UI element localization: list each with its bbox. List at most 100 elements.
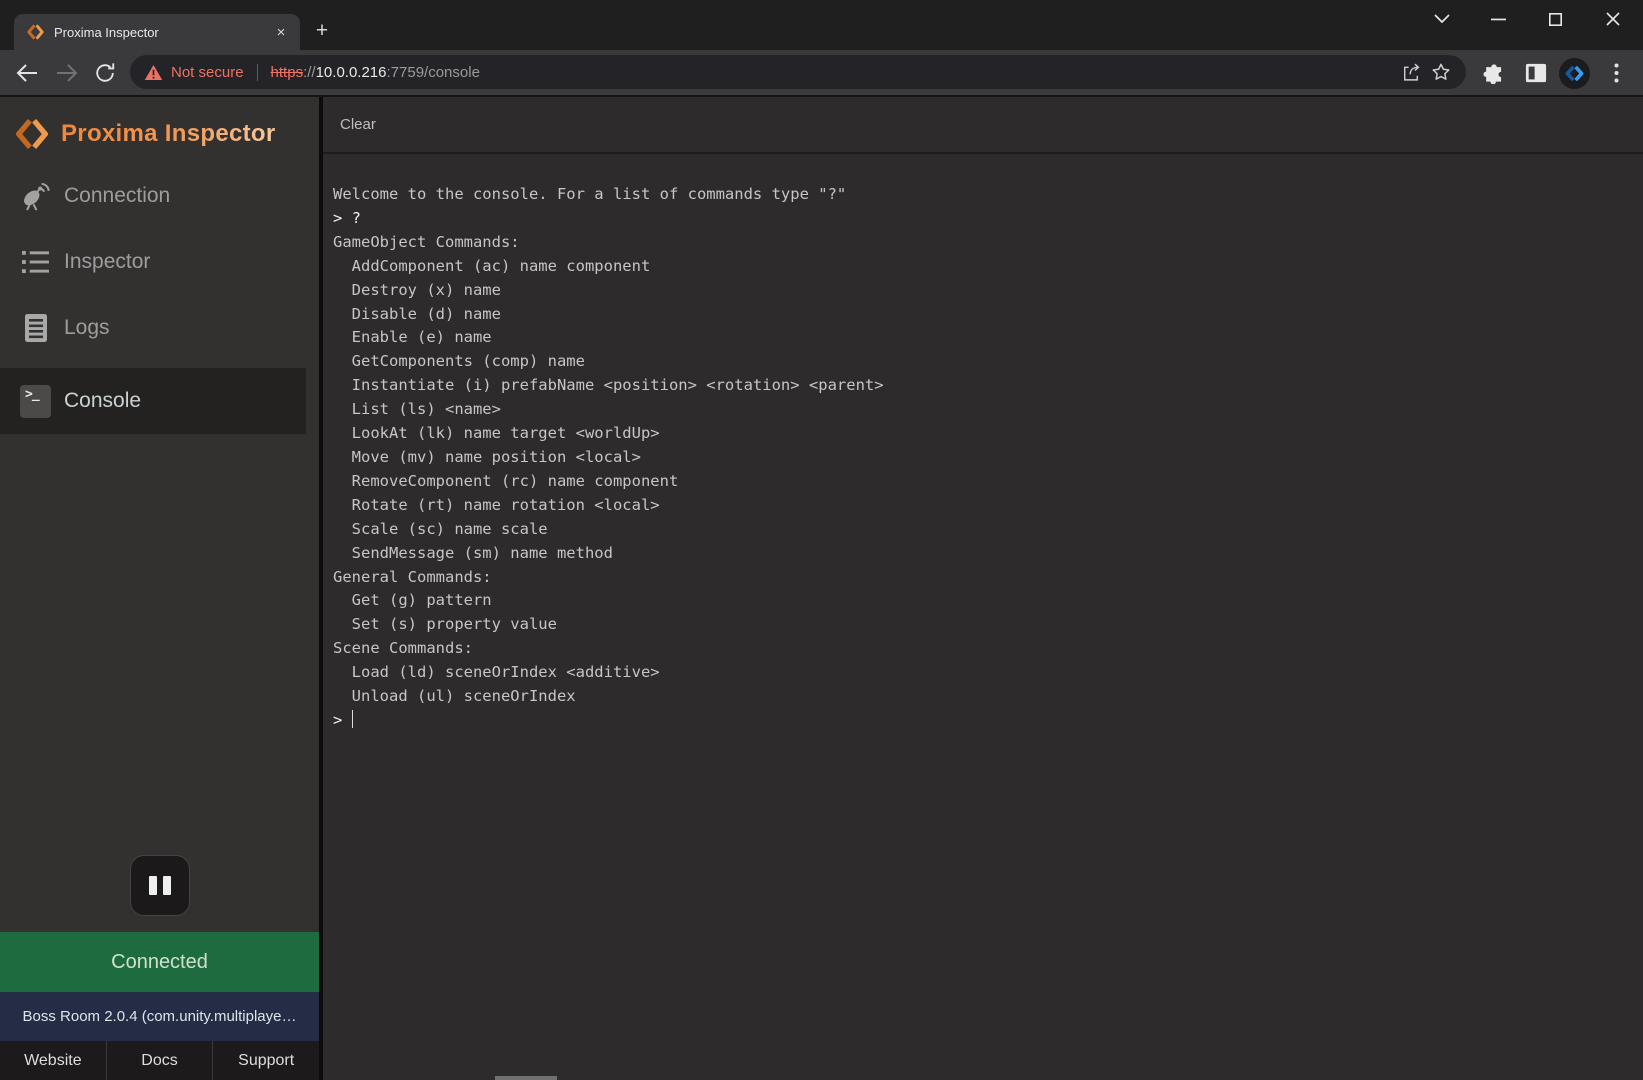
footer-link-support[interactable]: Support	[212, 1041, 319, 1080]
tab-title: Proxima Inspector	[54, 25, 272, 40]
pause-icon	[149, 876, 157, 895]
star-icon	[1430, 61, 1452, 83]
forward-arrow-icon	[56, 63, 78, 83]
sidebar-item-label: Logs	[64, 316, 110, 340]
sidebar-item-inspector[interactable]: Inspector	[0, 229, 306, 295]
console-line: Scale (sc) name scale	[333, 518, 1643, 542]
sidebar-item-label: Connection	[64, 184, 170, 208]
console-line: Move (mv) name position <local>	[333, 446, 1643, 470]
console-header: Clear	[323, 97, 1643, 154]
console-line: List (ls) <name>	[333, 398, 1643, 422]
browser-tab[interactable]: Proxima Inspector ×	[14, 14, 300, 50]
console-line: Disable (d) name	[333, 303, 1643, 327]
puzzle-icon	[1483, 62, 1505, 84]
url-host: 10.0.0.216	[316, 64, 387, 81]
connection-status-banner: Connected	[0, 932, 319, 992]
console-line: RemoveComponent (rc) name component	[333, 470, 1643, 494]
tab-search-button[interactable]	[1419, 0, 1465, 38]
clear-button[interactable]: Clear	[340, 116, 376, 133]
sidebar-footer: Website Docs Support	[0, 1041, 319, 1080]
address-bar[interactable]: Not secure https://10.0.0.216:7759/conso…	[130, 55, 1466, 89]
console-line: > ?	[333, 207, 1643, 231]
close-icon	[1606, 12, 1620, 26]
sidebar-item-connection[interactable]: Connection	[0, 163, 306, 229]
footer-link-website[interactable]: Website	[0, 1041, 106, 1080]
extension-badge	[1559, 58, 1590, 89]
window-maximize-button[interactable]	[1532, 0, 1578, 38]
console-line: Load (ld) sceneOrIndex <additive>	[333, 661, 1643, 685]
browser-titlebar: Proxima Inspector × +	[0, 0, 1643, 50]
sidebar-item-label: Console	[64, 389, 141, 413]
not-secure-label[interactable]: Not secure	[171, 64, 244, 81]
sidebar-item-label: Inspector	[64, 250, 150, 274]
console-panel: Clear Welcome to the console. For a list…	[323, 97, 1643, 1080]
back-arrow-icon	[16, 63, 38, 83]
tab-close-icon[interactable]: ×	[272, 23, 290, 41]
back-button[interactable]	[12, 58, 42, 88]
brand-title: Proxima Inspector	[61, 120, 276, 148]
three-dots-icon	[1614, 63, 1619, 83]
minimize-icon	[1491, 18, 1506, 21]
console-line: Rotate (rt) name rotation <local>	[333, 494, 1643, 518]
side-panel-icon	[1524, 62, 1548, 84]
list-icon	[20, 249, 51, 275]
proxima-favicon-icon	[27, 23, 44, 41]
console-line: Unload (ul) sceneOrIndex	[333, 685, 1643, 709]
sidebar: Proxima Inspector Connection	[0, 97, 323, 1080]
console-line: Welcome to the console. For a list of co…	[333, 183, 1643, 207]
blue-diamond-icon	[1565, 64, 1584, 83]
console-line: GetComponents (comp) name	[333, 350, 1643, 374]
new-tab-button[interactable]: +	[309, 18, 335, 44]
footer-link-docs[interactable]: Docs	[106, 1041, 213, 1080]
url-path: :7759/console	[387, 64, 480, 81]
console-line: Enable (e) name	[333, 326, 1643, 350]
sidebar-nav: Connection Inspector	[0, 163, 319, 434]
proxima-page: Proxima Inspector Connection	[0, 95, 1643, 1080]
console-line: Scene Commands:	[333, 637, 1643, 661]
chevron-down-icon	[1434, 14, 1450, 24]
browser-toolbar: Not secure https://10.0.0.216:7759/conso…	[0, 50, 1643, 95]
console-line: SendMessage (sm) name method	[333, 542, 1643, 566]
sidebar-spacer	[0, 434, 319, 855]
console-line: General Commands:	[333, 566, 1643, 590]
url-divider	[257, 64, 258, 81]
console-line: GameObject Commands:	[333, 231, 1643, 255]
brand: Proxima Inspector	[0, 97, 319, 151]
forward-button[interactable]	[52, 58, 82, 88]
console-line: AddComponent (ac) name component	[333, 255, 1643, 279]
window-minimize-button[interactable]	[1475, 0, 1521, 38]
url-scheme-separator: ://	[303, 64, 316, 81]
satellite-dish-icon	[20, 181, 51, 212]
text-cursor-icon	[352, 710, 354, 728]
url-text[interactable]: https://10.0.0.216:7759/console	[271, 64, 480, 81]
terminal-icon: >_	[20, 385, 51, 418]
url-scheme: https	[271, 64, 304, 81]
reload-button[interactable]	[90, 58, 120, 88]
console-line: Instantiate (i) prefabName <position> <r…	[333, 374, 1643, 398]
console-prompt-line[interactable]: >	[333, 709, 1643, 733]
share-button[interactable]	[1396, 57, 1426, 87]
console-line: Get (g) pattern	[333, 589, 1643, 613]
share-icon	[1400, 61, 1422, 83]
pause-button[interactable]	[130, 855, 190, 916]
project-info-bar: Boss Room 2.0.4 (com.unity.multiplaye…	[0, 992, 319, 1041]
pause-icon	[163, 876, 171, 895]
console-line: Set (s) property value	[333, 613, 1643, 637]
sidebar-item-console[interactable]: >_ Console	[0, 368, 306, 434]
console-line: LookAt (lk) name target <worldUp>	[333, 422, 1643, 446]
proxima-extension-button[interactable]	[1558, 57, 1590, 89]
extensions-button[interactable]	[1478, 57, 1510, 89]
sidebar-item-logs[interactable]: Logs	[0, 295, 306, 361]
side-panel-button[interactable]	[1520, 57, 1552, 89]
reload-icon	[94, 62, 116, 84]
warning-triangle-icon	[144, 64, 163, 81]
console-line: Destroy (x) name	[333, 279, 1643, 303]
browser-menu-button[interactable]	[1600, 57, 1632, 89]
maximize-icon	[1549, 13, 1562, 26]
bookmark-button[interactable]	[1426, 57, 1456, 87]
proxima-logo-icon	[16, 117, 48, 151]
console-output[interactable]: Welcome to the console. For a list of co…	[323, 154, 1643, 733]
document-icon	[20, 313, 51, 343]
horizontal-scrollbar-thumb[interactable]	[495, 1076, 557, 1080]
window-close-button[interactable]	[1590, 0, 1636, 38]
